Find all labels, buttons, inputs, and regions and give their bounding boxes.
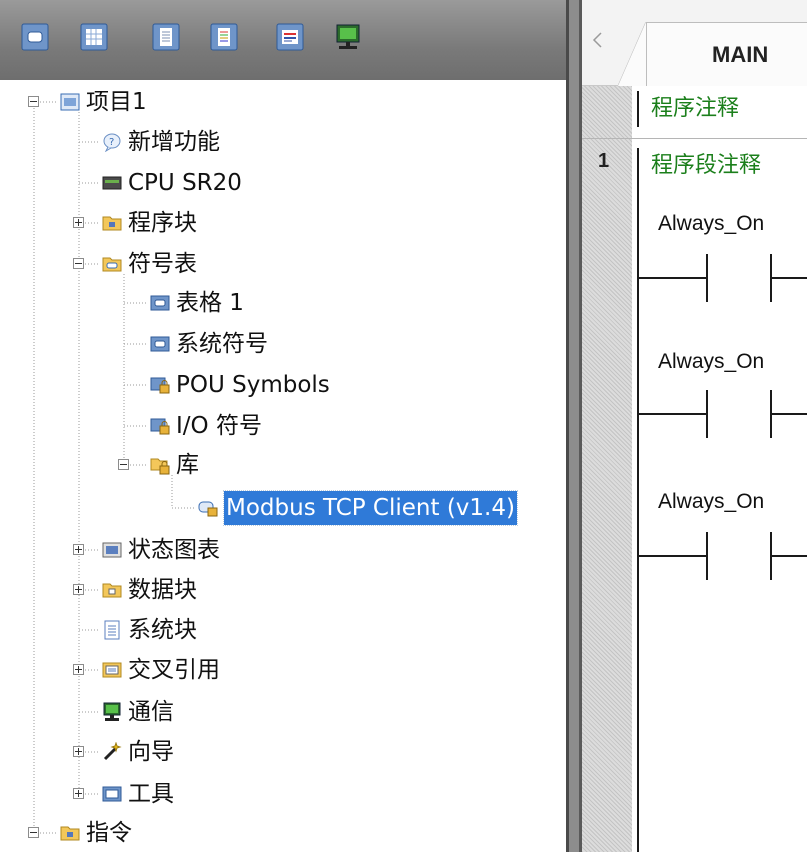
tree-item-label: 交叉引用	[128, 657, 220, 683]
tab-edge-decoration	[618, 22, 647, 86]
program-comment[interactable]: 程序注释	[637, 91, 739, 127]
tree-item-library[interactable]: 库	[150, 445, 199, 485]
tree-item-label: 向导	[128, 739, 174, 765]
tree-item-communication[interactable]: 通信	[102, 692, 174, 732]
wizards-expand-toggle[interactable]	[73, 746, 84, 757]
folder-icon	[102, 213, 122, 233]
ladder-editor[interactable]: MAIN 1 程序注释 程序段注释 Always_On Always_On Al…	[582, 0, 807, 852]
normally-open-contact[interactable]	[637, 250, 807, 304]
magic-wand-icon	[102, 742, 122, 762]
tree-item-label: 数据块	[128, 577, 197, 603]
tree-item-io-symbols[interactable]: I/O 符号	[150, 406, 262, 446]
editor-tab-bar: MAIN	[582, 0, 807, 86]
tree-connector-lines	[33, 101, 196, 834]
locked-table-icon	[150, 416, 170, 436]
folder-icon	[102, 254, 122, 274]
document-icon	[102, 620, 122, 640]
contact-operand-label[interactable]: Always_On	[658, 490, 764, 514]
tree-item-instructions[interactable]: 指令	[60, 813, 132, 852]
tree-item-new-features[interactable]: ? 新增功能	[102, 122, 220, 162]
contact-operand-label[interactable]: Always_On	[658, 212, 764, 236]
tools-expand-toggle[interactable]	[73, 788, 84, 799]
tree-item-table-1[interactable]: 表格 1	[150, 283, 244, 323]
tree-item-wizards[interactable]: 向导	[102, 732, 174, 772]
instructions-collapse-toggle[interactable]	[28, 827, 39, 838]
chart-icon	[102, 540, 122, 560]
tree-item-label: 新增功能	[128, 129, 220, 155]
tree-item-label: 库	[176, 452, 199, 478]
tree-item-tools[interactable]: 工具	[102, 774, 174, 814]
comment-separator	[582, 138, 807, 139]
status-chart-expand-toggle[interactable]	[73, 544, 84, 555]
cross-reference-icon	[102, 660, 122, 680]
tree-item-label: 表格 1	[176, 290, 244, 316]
network-number: 1	[598, 150, 610, 172]
tree-item-label: 指令	[86, 820, 132, 846]
cpu-icon	[102, 173, 122, 193]
tree-item-label: POU Symbols	[176, 372, 330, 398]
symbol-table-collapse-toggle[interactable]	[73, 258, 84, 269]
tree-item-label: 项目1	[86, 89, 147, 115]
tree-item-cpu[interactable]: CPU SR20	[102, 163, 242, 203]
data-block-expand-toggle[interactable]	[73, 584, 84, 595]
tree-item-label: 通信	[128, 699, 174, 725]
tree-item-label: 符号表	[128, 251, 197, 277]
library-collapse-toggle[interactable]	[118, 459, 129, 470]
tools-icon	[102, 784, 122, 804]
tree-item-label: I/O 符号	[176, 413, 262, 439]
panel-splitter[interactable]	[566, 0, 582, 852]
svg-text:?: ?	[109, 137, 114, 148]
tree-item-label: 系统符号	[176, 331, 268, 357]
network-comment[interactable]: 程序段注释	[637, 148, 761, 184]
locked-table-icon	[150, 375, 170, 395]
network-gutter	[582, 86, 632, 852]
library-block-icon	[198, 498, 218, 518]
project-tree-panel: 项目1 ? 新增功能 CPU SR20 程序块 符号表 表格 1 系统符号 PO…	[0, 0, 566, 852]
tab-main-label: MAIN	[712, 42, 769, 67]
tree-item-cross-reference[interactable]: 交叉引用	[102, 650, 220, 690]
project-icon	[60, 92, 80, 112]
tree-item-label: 系统块	[128, 617, 197, 643]
folder-icon	[60, 823, 80, 843]
tree-item-label: 程序块	[128, 210, 197, 236]
cross-reference-expand-toggle[interactable]	[73, 664, 84, 675]
help-icon: ?	[102, 132, 122, 152]
tab-scroll-left-icon[interactable]	[590, 30, 606, 50]
tree-item-status-chart[interactable]: 状态图表	[102, 530, 220, 570]
contact-operand-label[interactable]: Always_On	[658, 350, 764, 374]
folder-icon	[102, 580, 122, 600]
tree-item-system-block[interactable]: 系统块	[102, 610, 197, 650]
tree-item-pou-symbols[interactable]: POU Symbols	[150, 365, 330, 405]
normally-open-contact[interactable]	[637, 528, 807, 582]
normally-open-contact[interactable]	[637, 386, 807, 440]
tree-item-modbus-tcp-client[interactable]: Modbus TCP Client (v1.4)	[198, 488, 518, 528]
tree-item-symbol-table[interactable]: 符号表	[102, 244, 197, 284]
table-icon	[150, 334, 170, 354]
tree-item-data-block[interactable]: 数据块	[102, 570, 197, 610]
tree-item-label: 工具	[128, 781, 174, 807]
tree-item-label: 状态图表	[128, 537, 220, 563]
tree-item-label: Modbus TCP Client (v1.4)	[223, 490, 518, 526]
tree-item-program-block[interactable]: 程序块	[102, 203, 197, 243]
table-icon	[150, 293, 170, 313]
tree-item-project[interactable]: 项目1	[60, 82, 147, 122]
project-collapse-toggle[interactable]	[28, 96, 39, 107]
locked-folder-icon	[150, 455, 170, 475]
monitor-icon	[102, 702, 122, 722]
tree-item-system-symbols[interactable]: 系统符号	[150, 324, 268, 364]
tree-item-label: CPU SR20	[128, 170, 242, 196]
program-block-expand-toggle[interactable]	[73, 217, 84, 228]
